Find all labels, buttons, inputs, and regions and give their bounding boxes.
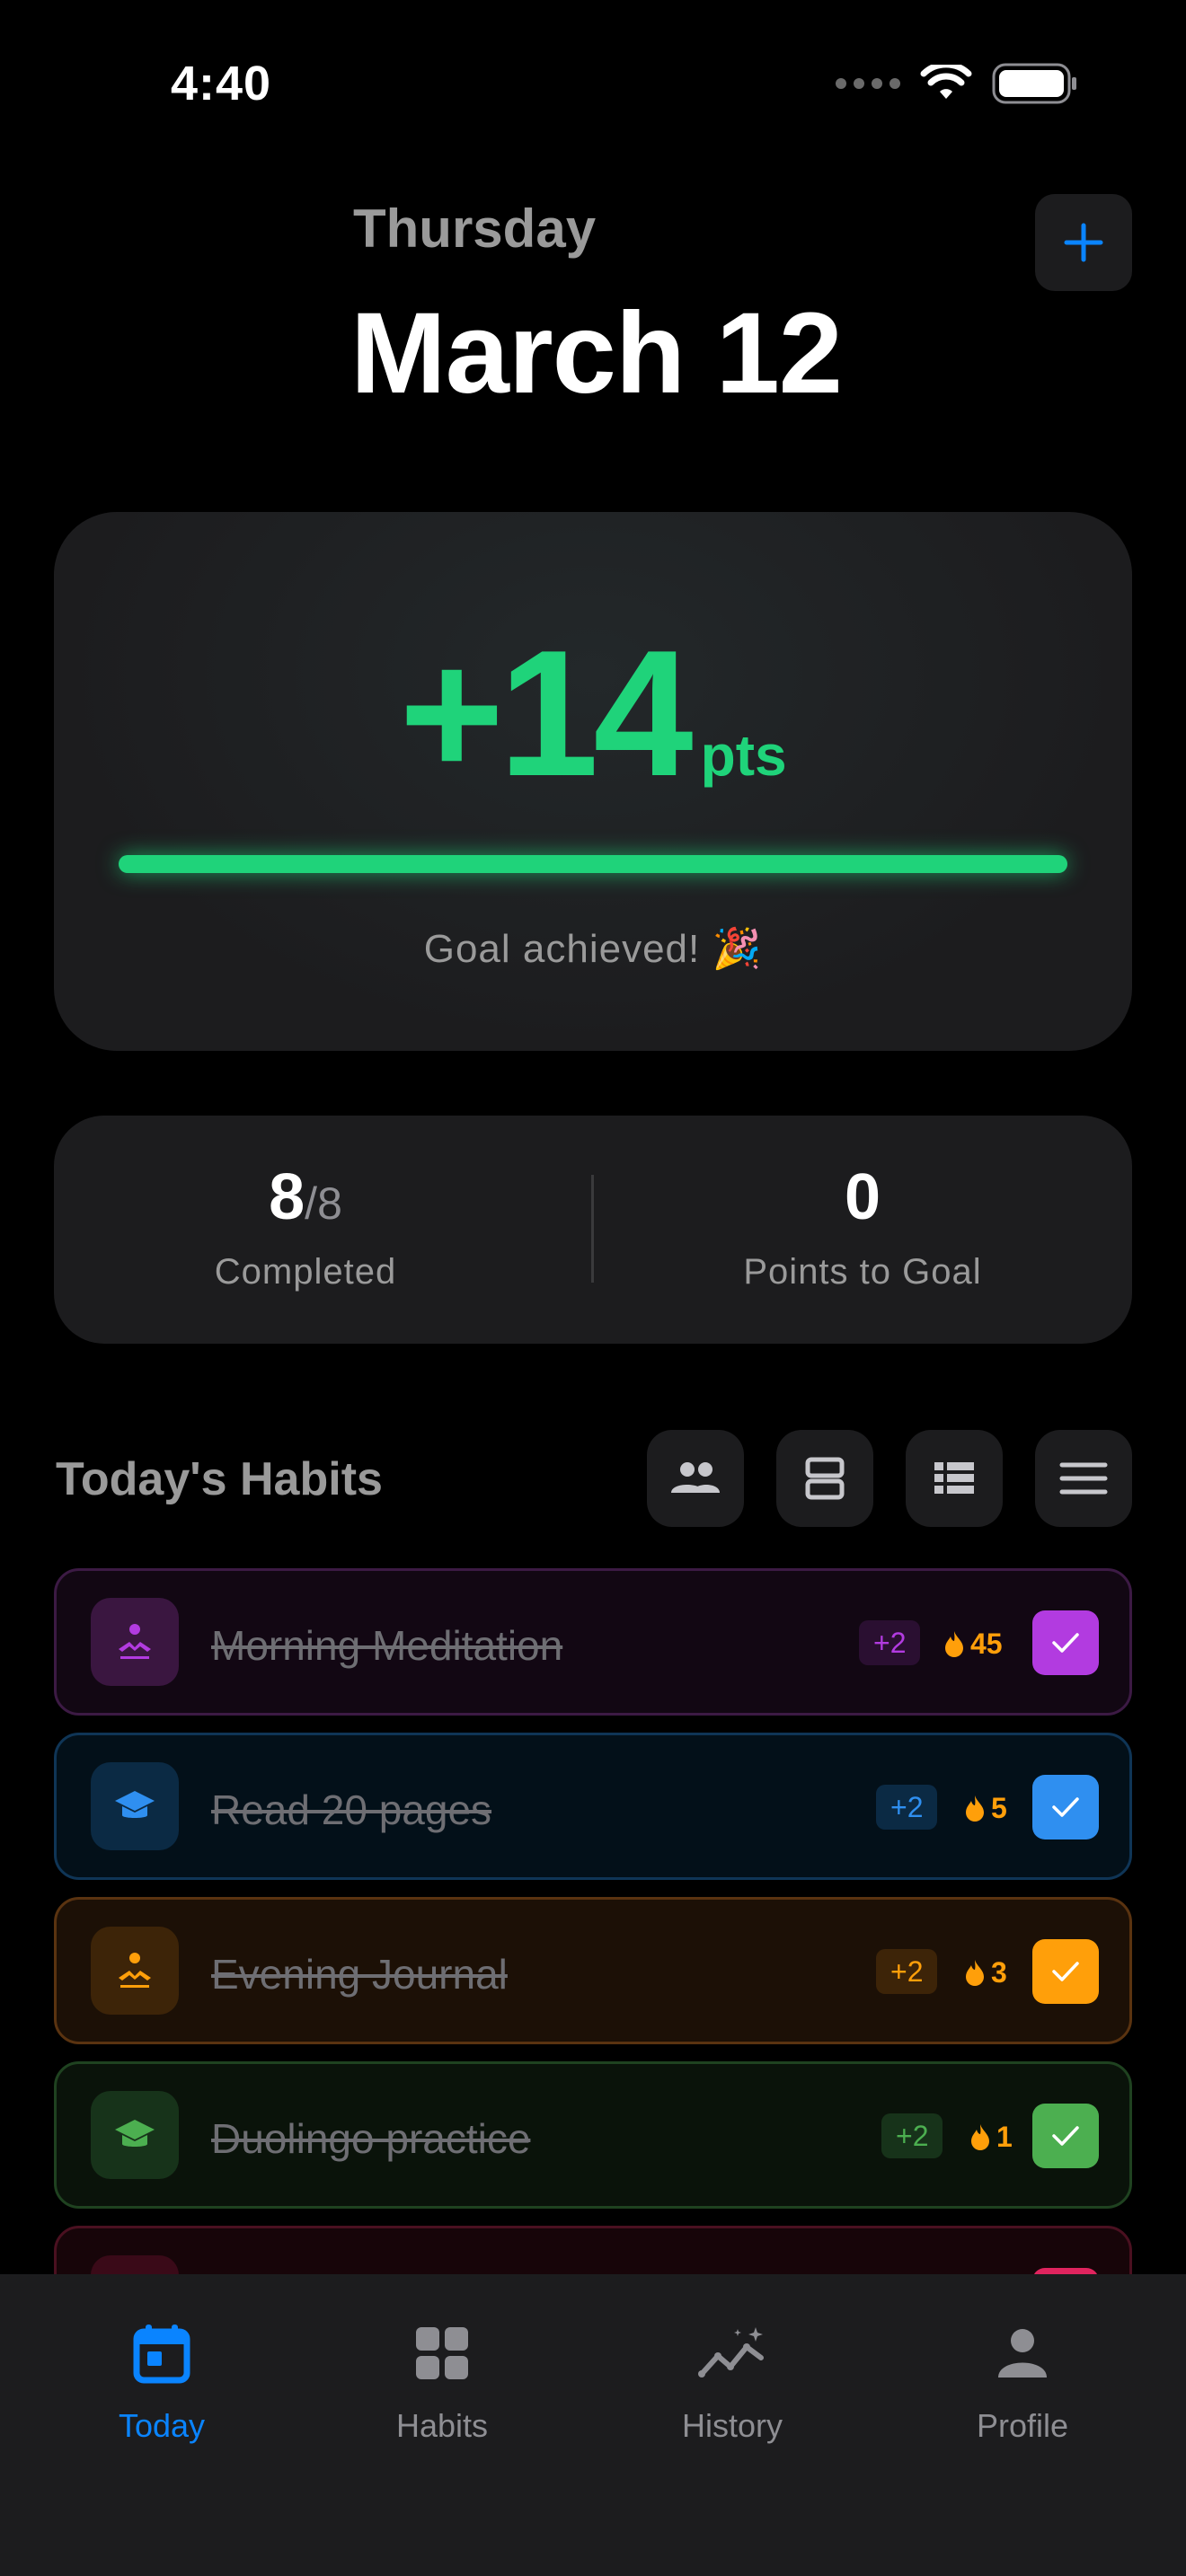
completed-label: Completed bbox=[214, 1252, 397, 1292]
checkmark-icon bbox=[1052, 1962, 1079, 1981]
points-to-goal-label: Points to Goal bbox=[743, 1252, 982, 1292]
habit-checkbox[interactable] bbox=[1032, 1939, 1099, 2004]
habit-streak-count: 3 bbox=[991, 1956, 1007, 1989]
points-to-goal-stat: 0 Points to Goal bbox=[593, 1160, 1132, 1292]
checkmark-icon bbox=[1052, 2126, 1079, 2146]
points-to-goal-value: 0 bbox=[844, 1161, 881, 1233]
tab-profile[interactable]: Profile bbox=[915, 2317, 1130, 2445]
habit-streak-count: 45 bbox=[970, 1628, 1003, 1660]
daily-points-card: +14 pts Goal achieved! 🎉 bbox=[54, 512, 1132, 1051]
plus-icon bbox=[1064, 223, 1103, 262]
tab-label: History bbox=[681, 2407, 783, 2444]
stats-card: 8/8 Completed 0 Points to Goal bbox=[54, 1116, 1132, 1344]
points-value: +14 bbox=[399, 613, 693, 814]
grid-icon bbox=[416, 2327, 468, 2379]
habit-row[interactable]: Duolingo practice +2 1 bbox=[54, 2061, 1132, 2209]
battery-icon bbox=[992, 63, 1076, 104]
status-bar: 4:40 bbox=[0, 0, 1186, 171]
habit-row[interactable]: Morning Meditation +2 45 bbox=[54, 1568, 1132, 1716]
habit-row[interactable]: Read 20 pages +2 5 bbox=[54, 1733, 1132, 1880]
cellular-signal-icon bbox=[836, 78, 900, 89]
tab-history[interactable]: History bbox=[624, 2317, 840, 2445]
habit-streak: 1 bbox=[969, 2114, 1013, 2159]
habit-name: Read 20 pages bbox=[211, 1786, 492, 1833]
list-view-button[interactable] bbox=[906, 1430, 1003, 1527]
habit-points-badge: +2 bbox=[859, 1620, 921, 1665]
flame-icon bbox=[945, 1631, 963, 1657]
card-view-button[interactable] bbox=[776, 1430, 873, 1527]
meditation-icon bbox=[91, 1927, 179, 2015]
checkmark-icon bbox=[1052, 1797, 1079, 1817]
flame-icon bbox=[966, 1960, 984, 1986]
habit-name: Morning Meditation bbox=[211, 1622, 563, 1669]
people-icon bbox=[671, 1462, 720, 1493]
status-icons bbox=[836, 63, 1078, 104]
tab-habits[interactable]: Habits bbox=[334, 2317, 550, 2445]
habits-section-title: Today's Habits bbox=[56, 1453, 383, 1505]
points-display: +14 pts bbox=[54, 611, 1132, 817]
card-view-icon bbox=[805, 1457, 845, 1500]
habit-name: Evening Journal bbox=[211, 1951, 508, 1998]
habit-checkbox[interactable] bbox=[1032, 1775, 1099, 1839]
habit-checkbox[interactable] bbox=[1032, 1610, 1099, 1675]
tab-label: Profile bbox=[976, 2407, 1069, 2444]
habit-streak: 3 bbox=[964, 1950, 1007, 1995]
menu-button[interactable] bbox=[1035, 1430, 1132, 1527]
points-unit: pts bbox=[700, 723, 787, 788]
date-title: March 12 bbox=[350, 289, 843, 418]
flame-icon bbox=[971, 2124, 989, 2150]
tab-label: Today bbox=[118, 2407, 206, 2444]
habit-streak-count: 5 bbox=[991, 1792, 1007, 1824]
habit-checkbox[interactable] bbox=[1032, 2104, 1099, 2168]
weekday-label: Thursday bbox=[353, 198, 597, 259]
add-habit-button[interactable] bbox=[1035, 194, 1132, 291]
goal-message: Goal achieved! 🎉 bbox=[423, 927, 763, 971]
status-time: 4:40 bbox=[171, 57, 272, 110]
goal-progress-fill bbox=[119, 855, 1067, 873]
flame-icon bbox=[966, 1795, 984, 1822]
graduation-cap-icon bbox=[91, 2091, 179, 2179]
completed-total: /8 bbox=[305, 1178, 342, 1229]
calendar-icon bbox=[133, 2325, 190, 2384]
goal-progress-bar bbox=[119, 855, 1067, 873]
wifi-icon bbox=[920, 65, 972, 99]
habit-streak: 45 bbox=[943, 1621, 1003, 1666]
habit-streak: 5 bbox=[964, 1786, 1007, 1831]
menu-icon bbox=[1059, 1462, 1108, 1495]
tab-bar: Today Habits History Profile bbox=[0, 2274, 1186, 2576]
completed-value: 8 bbox=[269, 1161, 305, 1233]
tab-label: Habits bbox=[395, 2407, 489, 2444]
habit-row[interactable]: Evening Journal +2 3 bbox=[54, 1897, 1132, 2044]
meditation-icon bbox=[91, 1598, 179, 1686]
habit-points-badge: +2 bbox=[881, 2113, 943, 2158]
habit-points-badge: +2 bbox=[876, 1949, 938, 1994]
checkmark-icon bbox=[1052, 1633, 1079, 1653]
habit-name: Duolingo practice bbox=[211, 2115, 531, 2162]
habit-points-badge: +2 bbox=[876, 1785, 938, 1830]
habit-streak-count: 1 bbox=[996, 2121, 1013, 2153]
completed-stat: 8/8 Completed bbox=[54, 1160, 557, 1292]
graduation-cap-icon bbox=[91, 1762, 179, 1850]
social-view-button[interactable] bbox=[647, 1430, 744, 1527]
tab-today[interactable]: Today bbox=[54, 2317, 270, 2445]
person-icon bbox=[998, 2329, 1047, 2378]
list-view-icon bbox=[934, 1462, 974, 1494]
chart-sparkle-icon bbox=[698, 2327, 764, 2378]
